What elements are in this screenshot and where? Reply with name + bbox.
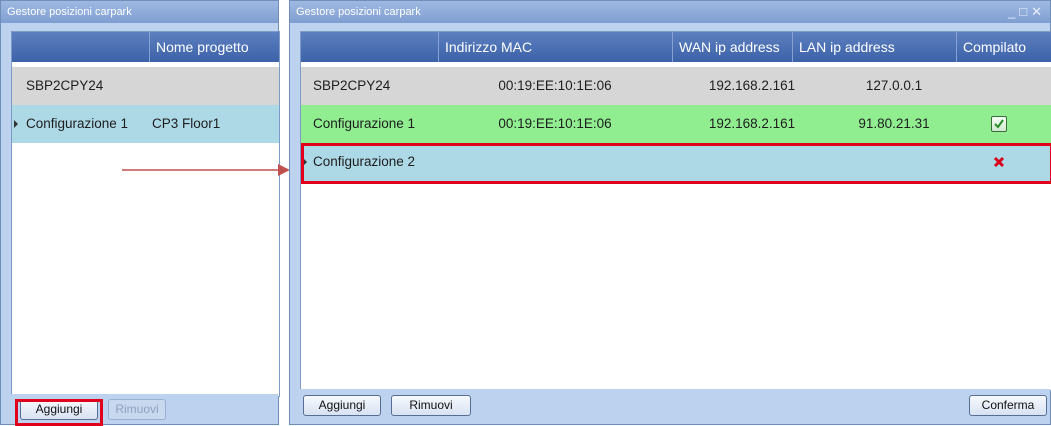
right-row-name: Configurazione 1 [313, 116, 416, 131]
left-row-sbp2cpy24[interactable]: SBP2CPY24 [12, 67, 279, 105]
window-controls: _□✕ [1008, 1, 1046, 23]
close-icon[interactable]: ✕ [1031, 4, 1046, 19]
right-header-mac[interactable]: Indirizzo MAC [438, 32, 672, 62]
left-window-titlebar[interactable]: Gestore posizioni carpark [1, 1, 278, 23]
left-row-project: CP3 Floor1 [152, 116, 221, 131]
right-row-wan: 192.168.2.161 [708, 116, 796, 131]
left-row-name: Configurazione 1 [26, 116, 129, 131]
right-window-title: Gestore posizioni carpark [296, 6, 421, 18]
right-row-wan: 192.168.2.161 [708, 78, 796, 93]
right-row-lan: 91.80.21.31 [858, 116, 930, 131]
right-header-compilato[interactable]: Compilato [956, 32, 1051, 62]
left-header-selector[interactable] [12, 32, 149, 62]
right-grid: Indirizzo MAC WAN ip address LAN ip addr… [300, 31, 1051, 391]
right-button-bar: Aggiungi Rimuovi Conferma [290, 389, 1050, 424]
right-row-sbp2cpy24[interactable]: SBP2CPY24 00:19:EE:10:1E:06 192.168.2.16… [301, 67, 1051, 105]
right-row-configurazione-1[interactable]: Configurazione 1 00:19:EE:10:1E:06 192.1… [301, 105, 1051, 143]
row-indicator-icon [14, 120, 18, 128]
right-row-lan: 127.0.0.1 [865, 78, 923, 93]
remove-button[interactable]: Rimuovi [108, 399, 166, 420]
right-header-selector[interactable] [301, 32, 438, 62]
left-window-title: Gestore posizioni carpark [7, 6, 132, 18]
right-row-mac: 00:19:EE:10:1E:06 [498, 78, 612, 93]
confirm-button[interactable]: Conferma [969, 395, 1047, 416]
left-row-configurazione-1[interactable]: Configurazione 1 CP3 Floor1 [12, 105, 279, 143]
maximize-icon[interactable]: □ [1019, 4, 1031, 19]
right-window: Gestore posizioni carpark _□✕ Indirizzo … [289, 0, 1051, 425]
check-icon [991, 116, 1007, 132]
minimize-icon[interactable]: _ [1008, 4, 1019, 19]
left-header-nome-progetto[interactable]: Nome progetto [149, 32, 279, 62]
right-grid-header: Indirizzo MAC WAN ip address LAN ip addr… [301, 32, 1051, 62]
configurazione-2-highlight [301, 143, 1051, 184]
remove-button[interactable]: Rimuovi [391, 395, 471, 416]
right-header-wan[interactable]: WAN ip address [672, 32, 792, 62]
right-header-lan[interactable]: LAN ip address [792, 32, 956, 62]
left-grid-header: Nome progetto [12, 32, 279, 62]
right-row-name: SBP2CPY24 [313, 78, 391, 93]
add-button-highlight [15, 399, 103, 426]
left-row-name: SBP2CPY24 [26, 78, 104, 93]
add-button[interactable]: Aggiungi [303, 395, 381, 416]
left-window: Gestore posizioni carpark Nome progetto … [0, 0, 280, 426]
left-grid: Nome progetto SBP2CPY24 Configurazione 1… [11, 31, 280, 397]
right-window-titlebar[interactable]: Gestore posizioni carpark _□✕ [290, 1, 1050, 23]
right-row-mac: 00:19:EE:10:1E:06 [498, 116, 612, 131]
